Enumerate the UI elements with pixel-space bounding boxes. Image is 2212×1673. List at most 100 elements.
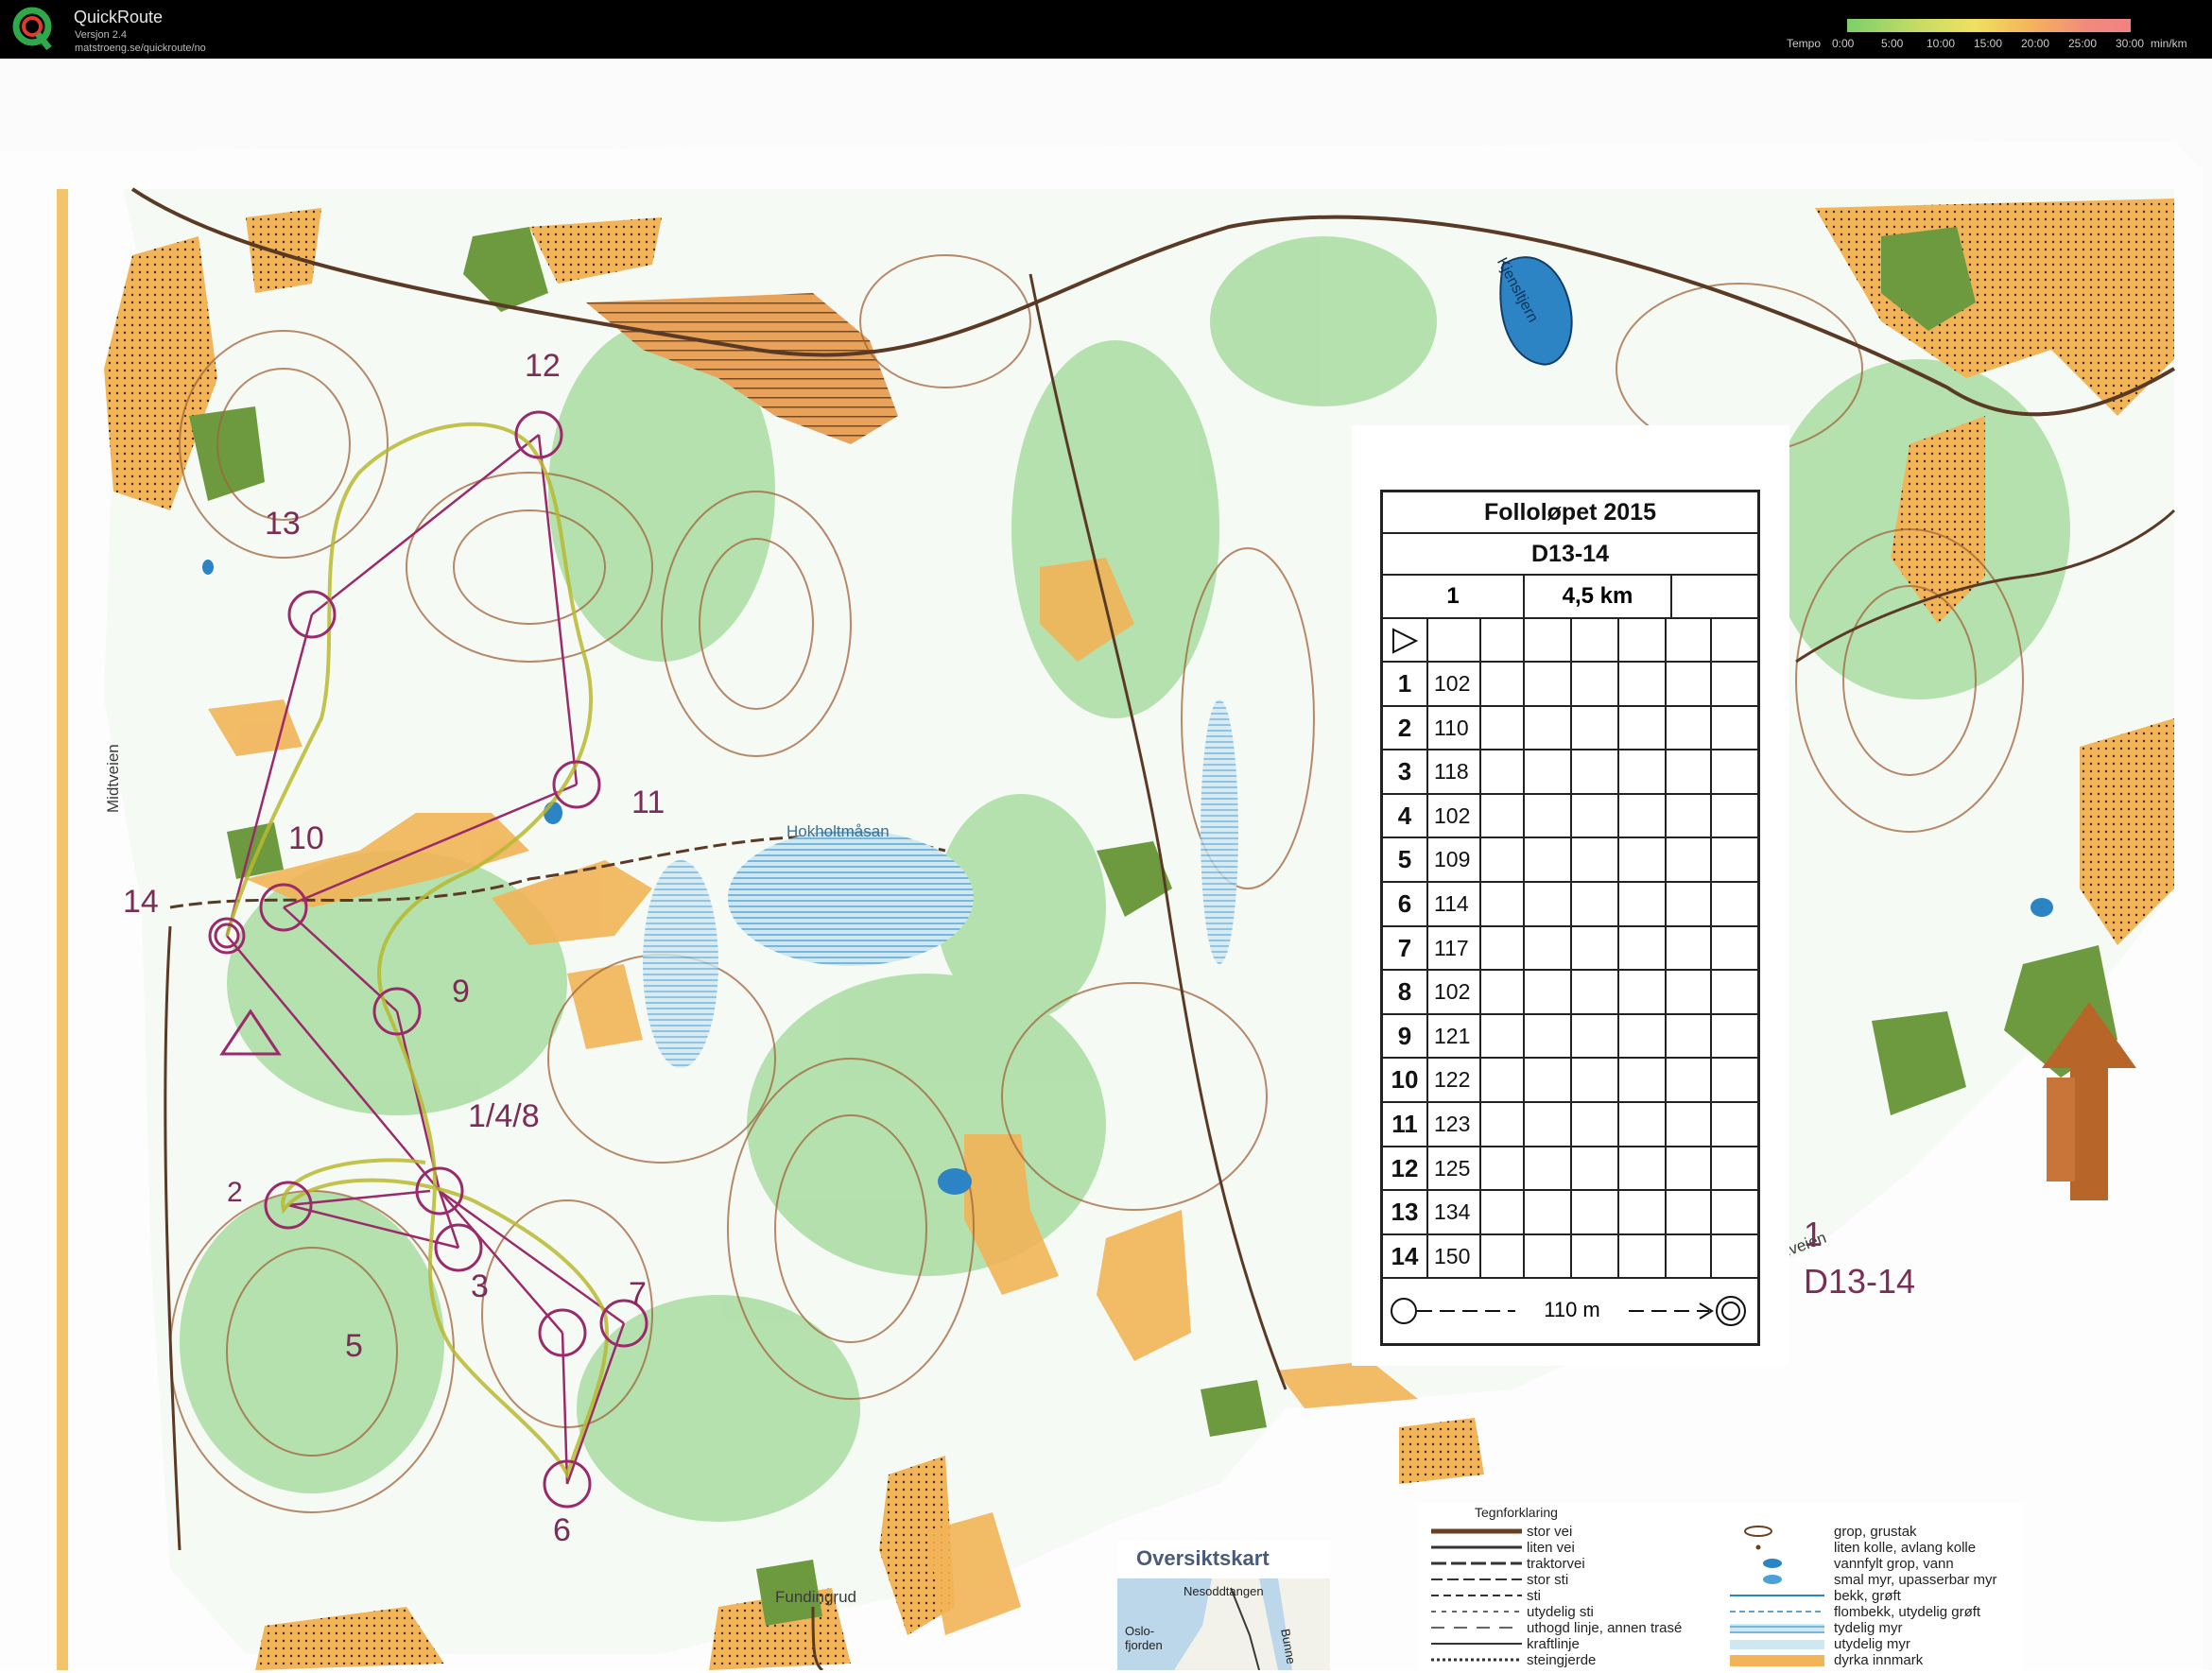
legend-item: liten kolle, avlang kolle	[1834, 1540, 1977, 1556]
legend-item: flombekk, utydelig grøft	[1834, 1604, 1981, 1620]
control-description-card: Folloløpet 2015 D13-14 1 4,5 km 1 102 2 110…	[1352, 425, 1789, 1366]
course-class-label: D13-14	[1804, 1262, 1916, 1301]
tempo-tick: 0:00	[1832, 37, 1855, 50]
legend-item: bekk, grøft	[1834, 1588, 1901, 1604]
control-description-table: Folloløpet 2015 D13-14 1 4,5 km 1 102 2 110…	[1380, 490, 1760, 1346]
overview-title: Oversiktskart	[1136, 1546, 1270, 1570]
card-divider	[1479, 619, 1481, 1277]
control-number: 8	[1397, 977, 1412, 1007]
legend-item: grop, grustak	[1834, 1524, 1917, 1540]
legend-item: stor sti	[1527, 1572, 1569, 1588]
card-divider	[1670, 576, 1672, 617]
road-label-midtveien: Midtveien	[104, 744, 122, 813]
control-number: 5	[1397, 845, 1412, 874]
card-divider	[1523, 619, 1525, 1277]
control-code: 118	[1434, 759, 1469, 785]
card-divider	[1710, 619, 1712, 1277]
card-course-number: 1	[1446, 583, 1460, 609]
app-title: QuickRoute	[74, 8, 164, 26]
lake-label: Hokholtmåsan	[786, 822, 890, 840]
control-code: 117	[1434, 935, 1469, 960]
control-label: 10	[288, 820, 324, 856]
legend-item: utydelig myr	[1834, 1636, 1910, 1652]
quickroute-logo-icon	[12, 7, 52, 51]
finish-distance: 110 m	[1544, 1298, 1600, 1321]
control-number: 1	[1397, 669, 1412, 698]
tempo-tick: 25:00	[2068, 37, 2098, 50]
control-number: 12	[1391, 1153, 1419, 1182]
legend-item: liten vei	[1527, 1540, 1575, 1556]
tempo-tick: 15:00	[1974, 37, 2003, 50]
legend-title: Tegnforklaring	[1475, 1505, 1558, 1520]
control-number: 14	[1391, 1241, 1419, 1270]
control-number: 6	[1397, 889, 1412, 918]
control-code: 122	[1434, 1067, 1471, 1093]
map-canvas[interactable]: Hokholtmåsan Kjensltjern Midtveien udvei…	[0, 59, 2212, 1670]
control-code: 102	[1434, 802, 1471, 828]
start-triangle-icon	[1392, 628, 1419, 654]
orienteering-map[interactable]: Hokholtmåsan Kjensltjern Midtveien udvei…	[0, 132, 2212, 1670]
tempo-legend: Tempo 0:00 5:00 10:00 15:00 20:00 25:00 …	[1787, 17, 2203, 55]
control-number: 13	[1391, 1198, 1419, 1227]
control-code: 114	[1434, 891, 1469, 916]
control-number: 7	[1397, 933, 1412, 962]
legend-item: kraftlinje	[1527, 1636, 1580, 1652]
overview-map: Oversiktskart Nesoddtangen Oslo-fjorden …	[1117, 1541, 1330, 1670]
tempo-tick: 5:00	[1881, 37, 1904, 50]
map-border-strip	[57, 189, 68, 1670]
control-label: 6	[553, 1512, 571, 1548]
road-label-bottom: Fundingrud	[775, 1588, 857, 1606]
control-code: 102	[1434, 671, 1471, 696]
legend-item: uthogd linje, annen trasé	[1527, 1620, 1683, 1636]
control-label: 11	[631, 785, 665, 820]
control-label: 13	[265, 506, 301, 542]
legend-item: vannfylt grop, vann	[1834, 1556, 1954, 1572]
card-divider	[1570, 619, 1572, 1277]
control-label: 12	[525, 348, 561, 384]
card-class-title: D13-14	[1383, 534, 1757, 576]
legend-item: smal myr, upasserbar myr	[1834, 1572, 1997, 1588]
tempo-tick: 20:00	[2021, 37, 2050, 50]
control-label: 7	[629, 1276, 647, 1312]
control-code: 121	[1434, 1023, 1471, 1048]
app-version: Versjon 2.4	[75, 29, 128, 41]
control-code: 110	[1434, 715, 1469, 740]
title-bar: QuickRoute Versjon 2.4 matstroeng.se/qui…	[0, 0, 2212, 59]
control-number: 10	[1391, 1065, 1419, 1095]
legend-item: sti	[1527, 1588, 1541, 1604]
control-label: 3	[471, 1268, 489, 1304]
card-divider	[1426, 619, 1428, 1277]
legend-item: traktorvei	[1527, 1556, 1585, 1572]
legend-item: dyrka innmark	[1834, 1652, 1924, 1668]
tempo-color-bar	[1847, 19, 2131, 32]
legend-item: utydelig sti	[1527, 1604, 1594, 1620]
control-label: 1/4/8	[468, 1098, 540, 1134]
card-event-title: Folloløpet 2015	[1383, 492, 1757, 534]
tempo-unit: min/km	[2151, 37, 2187, 50]
control-number: 4	[1397, 801, 1412, 830]
control-number: 2	[1397, 713, 1412, 742]
control-number: 3	[1397, 757, 1412, 786]
card-course-length: 4,5 km	[1562, 583, 1633, 609]
control-label: 5	[345, 1328, 363, 1364]
map-graphics	[0, 142, 2203, 1670]
course-number-label: 1	[1804, 1215, 1823, 1253]
overview-place: Oslo-fjorden	[1125, 1624, 1163, 1652]
tempo-label: Tempo	[1787, 37, 1822, 50]
map-legend: Tegnforklaring stor vei liten vei trakto…	[1418, 1503, 2023, 1670]
control-code: 109	[1434, 847, 1471, 872]
control-number: 11	[1391, 1110, 1418, 1138]
card-finish-row: 110 m	[1383, 1279, 1757, 1343]
legend-item: stor vei	[1527, 1524, 1573, 1540]
card-course-row: 1 4,5 km	[1383, 576, 1757, 619]
control-code: 102	[1434, 979, 1471, 1005]
control-code: 134	[1434, 1199, 1471, 1225]
legend-item: steingjerde	[1527, 1652, 1597, 1668]
control-number: 9	[1397, 1021, 1412, 1050]
control-label: 9	[452, 974, 470, 1009]
control-code: 125	[1434, 1155, 1471, 1181]
tempo-tick: 30:00	[2116, 37, 2145, 50]
app-url[interactable]: matstroeng.se/quickroute/no	[75, 43, 206, 54]
legend-item: tydelig myr	[1834, 1620, 1903, 1636]
overview-place: Nesoddtangen	[1184, 1584, 1264, 1598]
